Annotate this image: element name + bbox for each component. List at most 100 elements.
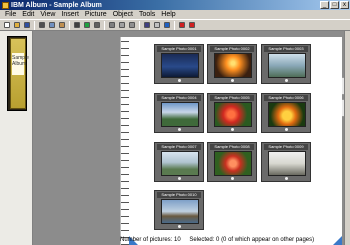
menu-edit[interactable]: Edit [19, 11, 37, 18]
zoom-icon [108, 22, 115, 28]
status-bar: Number of pictures: 10 Selected: 0 (0 of… [120, 236, 350, 245]
email-button[interactable] [152, 21, 161, 30]
zoom-button[interactable] [107, 21, 116, 30]
photo-marker [285, 79, 288, 82]
web-icon [163, 22, 170, 28]
toolbar-separator [69, 20, 70, 30]
photo-image [161, 151, 199, 176]
photo-thumbnail[interactable]: Sample Photo 0004 [154, 93, 204, 133]
photo-image [214, 151, 252, 176]
print-icon [93, 22, 100, 28]
copy-icon [48, 22, 55, 28]
picture-count: Number of pictures: 10 [120, 237, 181, 243]
window-controls: _ □ x [320, 1, 349, 9]
album-view: Sample Photo 0001 Sample Photo 0002 Samp… [33, 31, 350, 245]
photo-thumbnail[interactable]: Sample Photo 0002 [207, 44, 257, 84]
photo-thumbnail[interactable]: Sample Photo 0010 [154, 190, 204, 230]
photo-marker [231, 79, 234, 82]
photo-thumbnail[interactable]: Sample Photo 0009 [261, 142, 311, 182]
menu-tools[interactable]: Tools [136, 11, 158, 18]
next-icon [188, 22, 195, 28]
close-button[interactable]: x [340, 1, 349, 9]
prev-button[interactable] [177, 21, 186, 30]
toolbar-separator [174, 20, 175, 30]
maximize-button[interactable]: □ [330, 1, 339, 9]
web-button[interactable] [162, 21, 171, 30]
camera-button[interactable] [72, 21, 81, 30]
crop-icon [128, 22, 135, 28]
album-list-pane: Sample Album [0, 31, 33, 245]
photo-title: Sample Photo 0001 [157, 46, 201, 52]
photo-thumbnail[interactable]: Sample Photo 0005 [207, 93, 257, 133]
menu-help[interactable]: Help [158, 11, 178, 18]
photo-marker [178, 79, 181, 82]
spiral-binding [121, 37, 129, 245]
toolbar-separator [34, 20, 35, 30]
album-page: Sample Photo 0001 Sample Photo 0002 Samp… [120, 37, 348, 245]
slideshow-button[interactable] [142, 21, 151, 30]
photo-image [214, 53, 252, 78]
selection-status: Selected: 0 (0 of which appear on other … [189, 237, 315, 243]
photo-title: Sample Photo 0009 [264, 144, 308, 150]
cut-icon [38, 22, 45, 28]
photo-thumbnail[interactable]: Sample Photo 0008 [207, 142, 257, 182]
paste-icon [58, 22, 65, 28]
toolbar-separator [139, 20, 140, 30]
scanner-button[interactable] [82, 21, 91, 30]
photo-marker [285, 128, 288, 131]
photo-title: Sample Photo 0004 [157, 95, 201, 101]
menu-object[interactable]: Object [110, 11, 136, 18]
rotate-button[interactable] [117, 21, 126, 30]
photo-title: Sample Photo 0010 [157, 192, 201, 198]
toolbar-separator [104, 20, 105, 30]
photo-title: Sample Photo 0005 [210, 95, 254, 101]
photo-image [161, 53, 199, 78]
photo-thumbnail[interactable]: Sample Photo 0003 [261, 44, 311, 84]
photo-image [161, 199, 199, 224]
new-button[interactable] [2, 21, 11, 30]
photo-title: Sample Photo 0008 [210, 144, 254, 150]
save-button[interactable] [22, 21, 31, 30]
rotate-icon [118, 22, 125, 28]
photo-marker [285, 177, 288, 180]
album-cover: Sample Album [10, 38, 29, 109]
title-bar: IBM Album - Sample Album _ □ x [0, 0, 350, 10]
menu-picture[interactable]: Picture [82, 11, 110, 18]
copy-button[interactable] [47, 21, 56, 30]
app-icon [2, 1, 9, 9]
menu-view[interactable]: View [37, 11, 58, 18]
photo-marker [231, 177, 234, 180]
email-icon [153, 22, 160, 28]
new-icon [3, 22, 10, 28]
camera-icon [73, 22, 80, 28]
vertical-scrollbar[interactable] [344, 31, 350, 245]
menu-insert[interactable]: Insert [58, 11, 82, 18]
photo-thumbnail[interactable]: Sample Photo 0007 [154, 142, 204, 182]
menu-file[interactable]: File [2, 11, 19, 18]
toolbar [0, 19, 350, 31]
photo-image [214, 102, 252, 127]
photo-image [268, 53, 306, 78]
photo-image [268, 102, 306, 127]
paste-button[interactable] [57, 21, 66, 30]
photo-image [161, 102, 199, 127]
next-button[interactable] [187, 21, 196, 30]
album-label: Sample Album [12, 53, 29, 75]
crop-button[interactable] [127, 21, 136, 30]
cut-button[interactable] [37, 21, 46, 30]
album-book[interactable]: Sample Album [7, 36, 29, 111]
prev-icon [178, 22, 185, 28]
minimize-button[interactable]: _ [320, 1, 329, 9]
photo-thumbnail[interactable]: Sample Photo 0006 [261, 93, 311, 133]
menu-bar: File Edit View Insert Picture Object Too… [0, 10, 350, 19]
photo-marker [231, 128, 234, 131]
open-icon [13, 22, 20, 28]
photo-title: Sample Photo 0003 [264, 46, 308, 52]
print-button[interactable] [92, 21, 101, 30]
photo-title: Sample Photo 0007 [157, 144, 201, 150]
slideshow-icon [143, 22, 150, 28]
window-title: IBM Album - Sample Album [11, 1, 102, 9]
photo-thumbnail[interactable]: Sample Photo 0001 [154, 44, 204, 84]
photo-title: Sample Photo 0006 [264, 95, 308, 101]
open-button[interactable] [12, 21, 21, 30]
